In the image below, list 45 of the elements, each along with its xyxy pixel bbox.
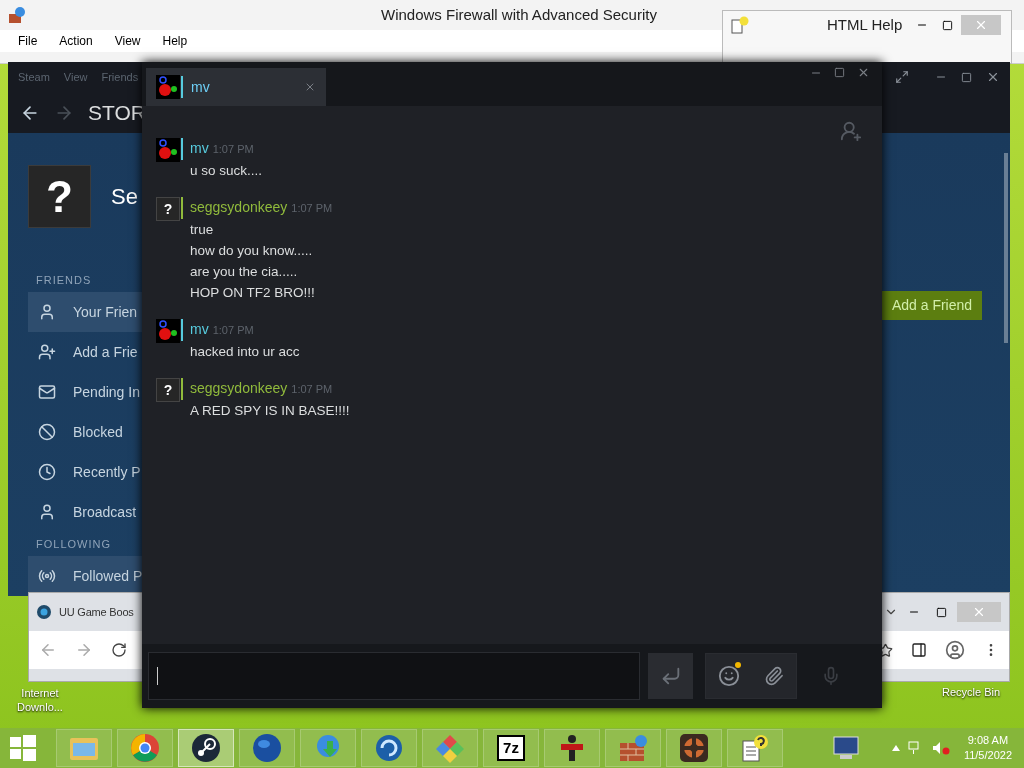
sidebar-item[interactable]: Broadcast (28, 492, 142, 532)
window-title: HTML Help (827, 14, 903, 35)
sidebar-label: Blocked (73, 422, 123, 442)
message-text: are you the cia..... (190, 263, 299, 281)
avatar: ? (156, 197, 180, 221)
menu-item[interactable]: Help (162, 32, 188, 50)
timestamp: 1:07 PM (291, 382, 333, 397)
avatar: ? (28, 165, 91, 228)
sender-name[interactable]: mv (190, 138, 209, 159)
sidebar-item[interactable]: Pending In (28, 372, 142, 412)
menu-item[interactable]: View (114, 32, 141, 50)
sender-name[interactable]: seggsydonkeey (190, 378, 288, 399)
sidebar-label: Recently P (73, 462, 141, 482)
add-friend-button[interactable]: Add a Friend (882, 291, 982, 320)
taskbar-button[interactable]: 7z (483, 729, 539, 767)
message-text: u so suck.... (190, 162, 263, 180)
timestamp: 1:07 PM (212, 142, 254, 157)
profile-name: Se (111, 183, 138, 211)
section-heading: FRIENDS (35, 273, 93, 288)
timestamp: 1:07 PM (291, 201, 333, 216)
message-text: HOP ON TF2 BRO!!! (190, 284, 316, 302)
sidebar-label: Pending In (73, 382, 140, 402)
browser-tab[interactable]: UU Game Boos (59, 603, 134, 621)
message-text: hacked into ur acc (190, 343, 300, 361)
menu-item[interactable]: Action (59, 32, 93, 50)
window-title: Windows Firewall with Advanced Security (381, 4, 657, 25)
sevenzip-icon: 7z (497, 735, 525, 761)
chat-tab[interactable]: mv (146, 68, 326, 106)
sidebar-item[interactable]: Recently P (28, 452, 142, 492)
section-heading: FOLLOWING (35, 537, 112, 552)
sidebar-label: Broadcast (73, 502, 137, 522)
sidebar-label: Add a Frie (73, 342, 138, 362)
message-text: how do you know..... (190, 242, 314, 260)
sidebar-label: Followed P (73, 566, 143, 586)
sidebar-item[interactable]: Add a Frie (28, 332, 142, 372)
sender-name[interactable]: mv (190, 319, 209, 340)
sidebar-item[interactable]: Blocked (28, 412, 142, 452)
message-text: A RED SPY IS IN BASE!!!! (190, 402, 350, 420)
avatar: ? (156, 378, 180, 402)
message-text: true (190, 221, 215, 239)
sender-name[interactable]: seggsydonkeey (190, 197, 288, 218)
timestamp: 1:07 PM (212, 323, 254, 338)
menu-item[interactable]: File (18, 32, 38, 50)
sidebar-item[interactable]: Your Frien (28, 292, 142, 332)
sidebar-label: Your Frien (73, 302, 138, 322)
